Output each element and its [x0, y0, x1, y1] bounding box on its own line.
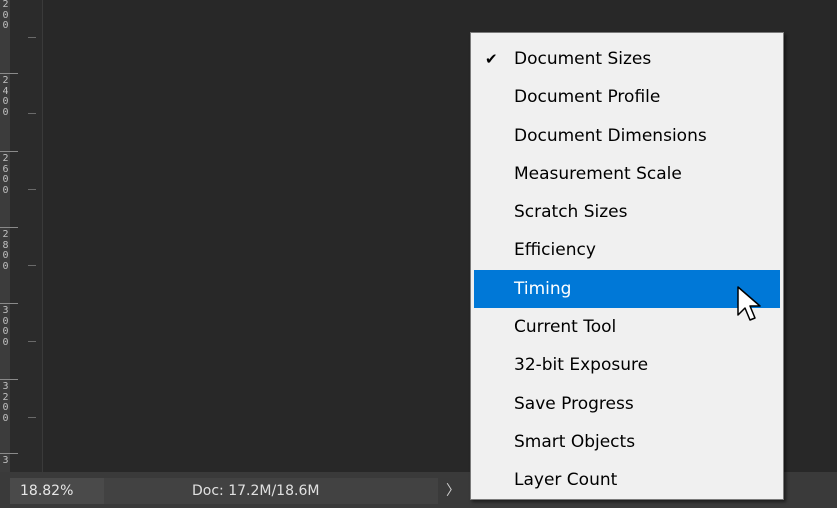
- vertical-ruler: 2 0 0 2 4 0 0 2 6 0 0 2 8 0 0 3 0 0 0 3 …: [0, 0, 43, 472]
- ruler-label: 2 6 0 0: [2, 153, 9, 196]
- zoom-level-field[interactable]: 18.82%: [10, 478, 104, 504]
- menu-item-32-bit-exposure[interactable]: 32-bit Exposure: [474, 346, 780, 384]
- ruler-tick: [0, 379, 18, 380]
- menu-item-document-profile[interactable]: Document Profile: [474, 78, 780, 116]
- ruler-tick: [0, 151, 18, 152]
- ruler-label: 3: [2, 455, 9, 466]
- ruler-label: 2 0 0: [2, 0, 9, 31]
- menu-item-label: Timing: [514, 278, 572, 299]
- menu-item-label: Efficiency: [514, 240, 596, 261]
- ruler-label: 2 8 0 0: [2, 229, 9, 272]
- ruler-tick: [0, 227, 18, 228]
- menu-item-label: Scratch Sizes: [514, 202, 628, 223]
- menu-item-label: Layer Count: [514, 470, 618, 491]
- menu-item-smart-objects[interactable]: Smart Objects: [474, 423, 780, 461]
- ruler-tick: [28, 189, 36, 190]
- menu-item-label: Smart Objects: [514, 431, 636, 452]
- menu-item-label: Document Profile: [514, 87, 661, 108]
- mouse-pointer-icon: [737, 286, 761, 321]
- menu-item-measurement-scale[interactable]: Measurement Scale: [474, 155, 780, 193]
- menu-item-document-dimensions[interactable]: Document Dimensions: [474, 117, 780, 155]
- ruler-label: 2 4 0 0: [2, 75, 9, 118]
- menu-item-save-progress[interactable]: Save Progress: [474, 385, 780, 423]
- ruler-label: 3 0 0 0: [2, 305, 9, 348]
- menu-item-layer-count[interactable]: Layer Count: [474, 461, 780, 499]
- status-menu-arrow-icon[interactable]: 〉: [440, 478, 466, 504]
- checkmark-icon: ✔: [485, 50, 498, 68]
- menu-item-label: Document Sizes: [514, 49, 652, 69]
- menu-item-efficiency[interactable]: Efficiency: [474, 231, 780, 269]
- menu-item-scratch-sizes[interactable]: Scratch Sizes: [474, 193, 780, 231]
- ruler-tick: [28, 37, 36, 38]
- ruler-tick: [28, 265, 36, 266]
- ruler-tick: [28, 341, 36, 342]
- menu-item-document-sizes[interactable]: ✔ Document Sizes: [474, 40, 780, 78]
- ruler-tick: [28, 417, 36, 418]
- menu-item-label: 32-bit Exposure: [514, 355, 649, 376]
- menu-item-label: Current Tool: [514, 317, 617, 338]
- ruler-tick: [0, 73, 18, 74]
- ruler-label: 3 2 0 0: [2, 381, 9, 424]
- menu-item-current-tool[interactable]: Current Tool: [474, 308, 780, 346]
- ruler-tick: [0, 303, 18, 304]
- document-info-text[interactable]: Doc: 17.2M/18.6M: [104, 478, 438, 504]
- status-info-menu: ✔ Document Sizes Document Profile Docume…: [470, 32, 784, 500]
- menu-item-label: Document Dimensions: [514, 125, 707, 146]
- ruler-tick: [0, 453, 18, 454]
- ruler-tick: [28, 113, 36, 114]
- menu-item-label: Measurement Scale: [514, 163, 682, 184]
- menu-item-label: Save Progress: [514, 393, 634, 414]
- menu-item-timing[interactable]: Timing: [474, 269, 780, 309]
